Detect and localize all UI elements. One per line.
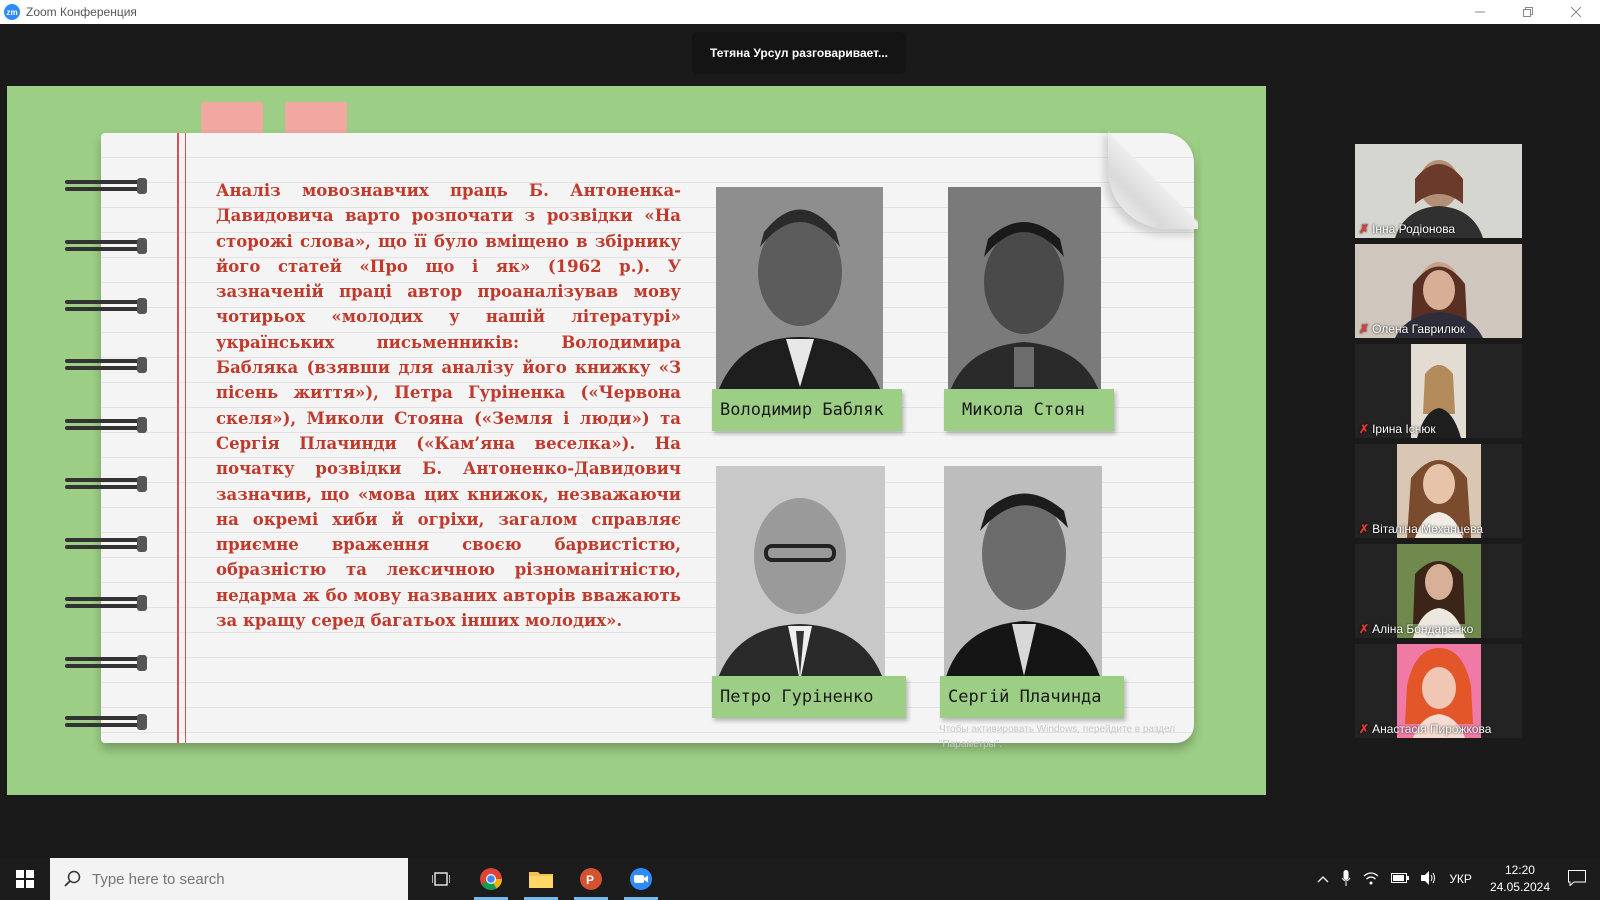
start-button[interactable] — [0, 858, 50, 900]
close-button[interactable] — [1552, 0, 1600, 24]
portrait-photo — [944, 466, 1102, 684]
participant-name: Олена Гаврилюк — [1372, 322, 1466, 336]
chevron-up-icon — [1317, 876, 1329, 883]
spiral-ring — [65, 655, 147, 671]
spiral-ring — [65, 357, 147, 373]
powerpoint-icon: P — [580, 868, 602, 890]
wifi-icon — [1363, 871, 1379, 884]
system-tray: УКР 12:20 24.05.2024 — [1311, 858, 1600, 900]
restore-icon — [1523, 7, 1533, 17]
participant-name: Анастасія Пирожкова — [1372, 722, 1492, 736]
participant-name: Інна Родіонова — [1372, 222, 1456, 236]
speaker-icon — [1421, 870, 1436, 885]
taskbar-clock[interactable]: 12:20 24.05.2024 — [1490, 862, 1550, 896]
portrait-photo — [948, 187, 1101, 397]
folder-icon — [529, 872, 553, 888]
slide-tab-decoration — [285, 102, 347, 134]
window-title: Zoom Конференция — [26, 5, 137, 19]
show-hidden-icons-button[interactable] — [1317, 872, 1329, 886]
clock-time: 12:20 — [1504, 863, 1535, 877]
participant-name: Віталіна Механцева — [1372, 522, 1484, 536]
taskbar-file-explorer[interactable] — [516, 858, 566, 900]
mic-muted-icon: ✗ — [1359, 622, 1370, 636]
activation-line: "Параметры". — [939, 739, 1003, 750]
window-titlebar: zm Zoom Конференция — [0, 0, 1600, 24]
portrait-caption: Володимир Бабляк — [712, 389, 902, 431]
zoom-logo-icon: zm — [4, 4, 20, 20]
spiral-ring — [65, 178, 147, 194]
task-view-button[interactable] — [416, 858, 466, 900]
participant-tile[interactable]: ✗ Інна Родіонова — [1355, 144, 1522, 238]
taskbar-chrome[interactable] — [466, 858, 516, 900]
task-view-icon — [432, 872, 450, 886]
participant-name: Ірина Існюк — [1372, 422, 1436, 436]
mic-muted-icon: ✗ — [1359, 522, 1370, 536]
microphone-icon — [1341, 869, 1351, 886]
mic-muted-icon: ✗ — [1359, 222, 1370, 236]
battery-icon — [1391, 873, 1410, 883]
mic-muted-icon: ✗ — [1359, 722, 1370, 736]
portrait-caption: Микола Стоян — [944, 389, 1114, 431]
taskbar-zoom[interactable] — [616, 858, 666, 900]
language-indicator[interactable]: УКР — [1449, 872, 1472, 886]
svg-text:P: P — [586, 873, 594, 887]
minimize-icon — [1475, 11, 1485, 13]
minimize-button[interactable] — [1456, 0, 1504, 24]
clock-date: 24.05.2024 — [1489, 880, 1550, 894]
spiral-ring — [65, 714, 147, 730]
portrait-caption: Петро Гуріненко — [712, 676, 906, 718]
active-speaker-banner: Тетяна Урсул разговаривает... — [692, 32, 906, 74]
participant-tile[interactable]: ✗ Анастасія Пирожкова — [1355, 644, 1522, 738]
search-input[interactable] — [92, 870, 372, 888]
notifications-button[interactable] — [1568, 869, 1586, 889]
microphone-tray-button[interactable] — [1341, 869, 1351, 889]
search-icon — [64, 870, 81, 887]
participant-name: Аліна Бондаренко — [1372, 622, 1474, 636]
taskbar-powerpoint[interactable]: P — [566, 858, 616, 900]
margin-line — [185, 133, 186, 743]
shared-screen-slide: Аналіз мовознавчих праць Б. Антоненка-Да… — [7, 86, 1266, 795]
portrait-caption: Сергій Плачинда — [940, 676, 1124, 718]
participant-tile[interactable]: ✗ Аліна Бондаренко — [1355, 544, 1522, 638]
windows-taskbar: P УКР 12:20 24.05.2024 — [0, 858, 1600, 900]
participant-tile[interactable]: ✗ Віталіна Механцева — [1355, 444, 1522, 538]
window-controls — [1456, 0, 1600, 24]
portrait-photo — [716, 466, 885, 684]
margin-line — [177, 133, 179, 743]
notification-icon — [1568, 869, 1586, 887]
windows-logo-icon — [16, 870, 34, 888]
mic-muted-icon: ✗ — [1359, 422, 1370, 436]
participant-tile[interactable]: ✗ Олена Гаврилюк — [1355, 244, 1522, 338]
windows-activation-watermark: Чтобы активировать Windows, перейдите в … — [939, 722, 1175, 752]
zoom-icon — [630, 868, 652, 890]
network-tray-button[interactable] — [1363, 871, 1379, 888]
battery-tray-button[interactable] — [1391, 872, 1410, 886]
spiral-ring — [65, 595, 147, 611]
spiral-ring — [65, 298, 147, 314]
participant-tile[interactable]: ✗ Ірина Існюк — [1355, 344, 1522, 438]
spiral-ring — [65, 476, 147, 492]
spiral-ring — [65, 417, 147, 433]
spiral-ring — [65, 536, 147, 552]
close-icon — [1571, 7, 1581, 17]
slide-body-text: Аналіз мовознавчих праць Б. Антоненка-Да… — [216, 181, 681, 631]
chrome-icon — [480, 868, 502, 890]
activation-line: Чтобы активировать Windows, перейдите в … — [939, 724, 1176, 735]
spiral-ring — [65, 238, 147, 254]
slide-tab-decoration — [201, 102, 263, 134]
page-curl-decoration — [1108, 129, 1198, 229]
volume-tray-button[interactable] — [1421, 870, 1437, 888]
meeting-area: Тетяна Урсул разговаривает... Аналіз мов… — [0, 24, 1600, 858]
portrait-photo — [716, 187, 883, 397]
restore-button[interactable] — [1504, 0, 1552, 24]
taskbar-search[interactable] — [50, 858, 408, 900]
mic-muted-icon: ✗ — [1359, 322, 1370, 336]
